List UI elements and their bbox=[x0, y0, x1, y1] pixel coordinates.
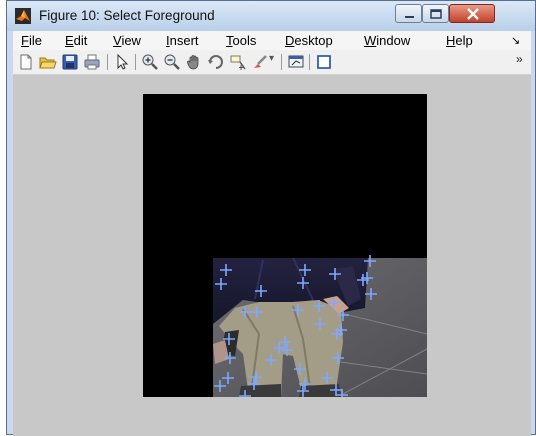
toolbar-separator bbox=[281, 54, 282, 70]
new-figure-icon[interactable] bbox=[17, 53, 35, 71]
menu-edit[interactable]: Edit bbox=[65, 33, 87, 48]
minimize-button[interactable] bbox=[395, 4, 422, 23]
data-cursor-icon[interactable] bbox=[229, 53, 247, 71]
menu-overflow-chevron[interactable]: ↘ bbox=[511, 34, 520, 47]
image-axes[interactable] bbox=[143, 94, 427, 397]
rotate-3d-icon[interactable] bbox=[207, 53, 225, 71]
print-icon[interactable] bbox=[83, 53, 101, 71]
brush-icon[interactable] bbox=[251, 53, 269, 71]
save-icon[interactable] bbox=[61, 53, 79, 71]
zoom-out-icon[interactable] bbox=[163, 53, 181, 71]
toolbar-separator bbox=[309, 54, 310, 70]
zoom-in-icon[interactable] bbox=[141, 53, 159, 71]
toolbar-separator bbox=[135, 54, 136, 70]
menu-insert[interactable]: Insert bbox=[166, 33, 199, 48]
menu-help[interactable]: Help bbox=[446, 33, 473, 48]
menu-window[interactable]: Window bbox=[364, 33, 410, 48]
insert-colorbar-icon[interactable] bbox=[315, 53, 333, 71]
toolbar-overflow-chevron[interactable]: » bbox=[516, 52, 534, 70]
figure-canvas bbox=[13, 75, 531, 436]
figure-window: Figure 10: Select Foreground File Edit V… bbox=[6, 0, 536, 436]
menu-view[interactable]: View bbox=[113, 33, 141, 48]
minimize-icon bbox=[405, 16, 414, 18]
menu-desktop[interactable]: Desktop bbox=[285, 33, 333, 48]
maximize-button[interactable] bbox=[422, 4, 449, 23]
edit-plot-arrow-icon[interactable] bbox=[113, 53, 131, 71]
brush-dropdown-icon[interactable]: ▾ bbox=[269, 53, 277, 71]
maximize-icon bbox=[430, 9, 442, 19]
link-plot-icon[interactable] bbox=[287, 53, 305, 71]
matlab-app-icon bbox=[15, 8, 31, 24]
window-title: Figure 10: Select Foreground bbox=[39, 8, 215, 23]
figure-toolbar: ▾ » bbox=[13, 50, 531, 75]
close-button[interactable] bbox=[449, 4, 495, 23]
pan-hand-icon[interactable] bbox=[185, 53, 203, 71]
menu-bar: File Edit View Insert Tools Desktop Wind… bbox=[13, 31, 531, 50]
close-icon bbox=[467, 8, 479, 20]
menu-tools[interactable]: Tools bbox=[226, 33, 256, 48]
menu-file[interactable]: File bbox=[21, 33, 42, 48]
title-bar[interactable]: Figure 10: Select Foreground bbox=[7, 1, 535, 31]
open-file-icon[interactable] bbox=[39, 53, 57, 71]
toolbar-separator bbox=[107, 54, 108, 70]
